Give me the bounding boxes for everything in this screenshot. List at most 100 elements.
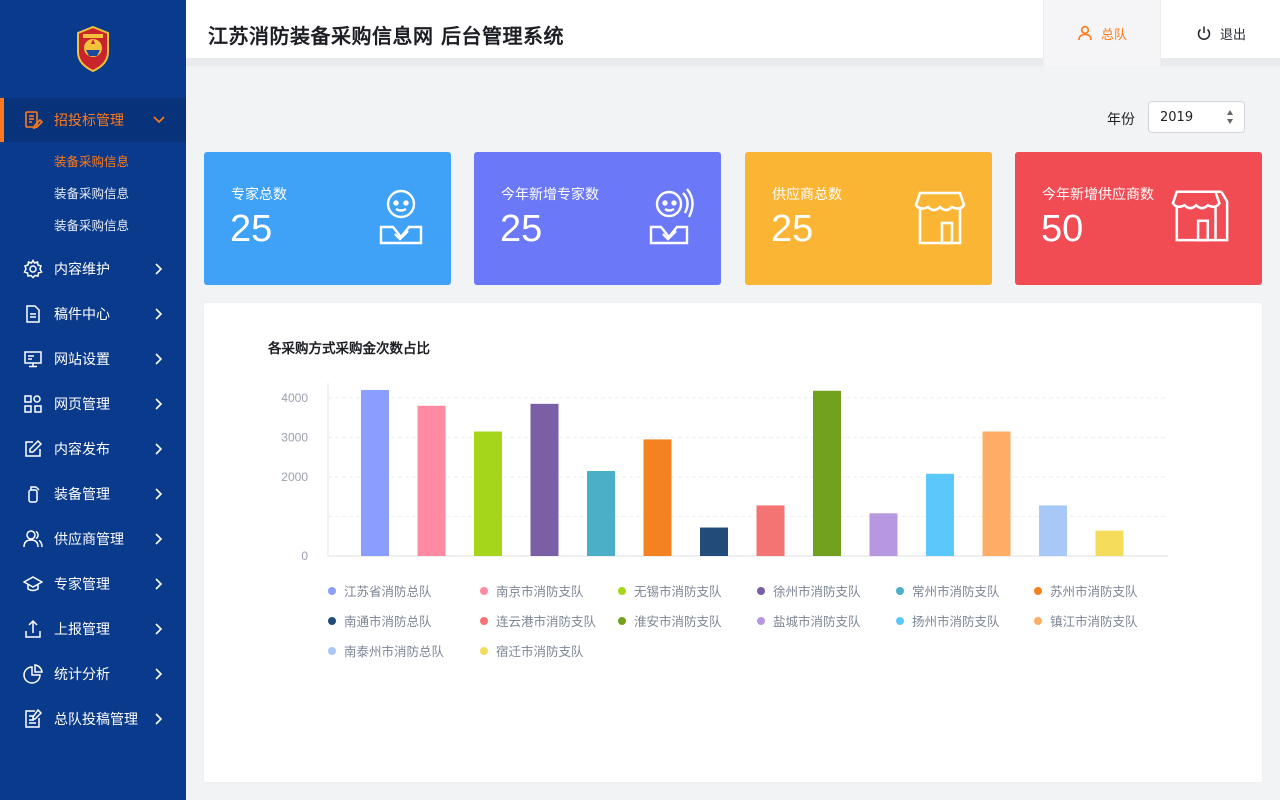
legend-swatch [896, 586, 904, 595]
submenu-item[interactable]: 装备采购信息 [0, 210, 186, 242]
sidebar-item-2[interactable]: 稿件中心 [0, 291, 186, 336]
monitor-icon [22, 348, 44, 370]
chevron-right-icon [152, 622, 166, 636]
users-icon [22, 528, 44, 550]
legend-swatch [757, 616, 765, 625]
stat-value: 25 [500, 208, 543, 250]
y-tick-label: 4000 [281, 391, 308, 405]
bar [700, 527, 728, 556]
gear-icon [22, 258, 44, 280]
stat-value: 50 [1041, 208, 1084, 250]
legend-label: 徐州市消防支队 [773, 584, 861, 599]
sidebar-item-label: 上报管理 [54, 621, 110, 638]
bar [361, 390, 389, 556]
sidebar: 招投标管理 装备采购信息 装备采购信息 装备采购信息 内容维护 稿件中心 网站设置网… [0, 0, 186, 800]
bar [643, 439, 672, 556]
legend-item[interactable]: 扬州市消防支队 [896, 611, 1000, 630]
legend-label: 南京市消防支队 [496, 584, 584, 599]
bar [813, 390, 841, 556]
legend-label: 扬州市消防支队 [912, 614, 1000, 629]
chevron-right-icon [152, 442, 166, 456]
legend-swatch [328, 586, 336, 595]
bar [869, 513, 898, 556]
legend-swatch [480, 616, 488, 625]
legend-label: 常州市消防支队 [912, 584, 1000, 599]
chevron-down-icon [152, 113, 166, 127]
sidebar-item-8[interactable]: 专家管理 [0, 561, 186, 606]
legend-item[interactable]: 南通市消防总队 [328, 611, 432, 630]
legend-item[interactable]: 盐城市消防支队 [757, 611, 861, 630]
pie-chart-icon [22, 663, 44, 685]
submenu-item[interactable]: 装备采购信息 [0, 178, 186, 210]
bar [417, 405, 446, 556]
sidebar-item-1[interactable]: 内容维护 [0, 246, 186, 291]
sidebar-nav: 内容维护 稿件中心 网站设置网页管理内容发布装备管理 供应商管理专家管理上报管理统计分… [0, 246, 186, 741]
upload-icon [22, 618, 44, 640]
extinguisher-icon [22, 483, 44, 505]
sidebar-item-label: 网页管理 [54, 396, 110, 413]
stat-card-suppliers: 供应商总数 25 [745, 152, 992, 285]
stat-card-new-experts: 今年新增专家数 25 [474, 152, 721, 285]
legend-label: 无锡市消防支队 [634, 584, 722, 599]
bar [530, 403, 559, 556]
legend-label: 江苏省消防总队 [344, 584, 432, 599]
sidebar-item-6[interactable]: 装备管理 [0, 471, 186, 516]
sidebar-item-3[interactable]: 网站设置 [0, 336, 186, 381]
legend-swatch [896, 616, 904, 625]
sidebar-item-label: 专家管理 [54, 576, 110, 593]
user-button[interactable]: 总队 [1043, 0, 1161, 66]
sidebar-item-9[interactable]: 上报管理 [0, 606, 186, 651]
user-icon [1078, 25, 1092, 41]
legend-swatch [618, 586, 626, 595]
file-icon [22, 303, 44, 325]
legend-label: 南通市消防总队 [344, 614, 432, 629]
submenu-item[interactable]: 装备采购信息 [0, 146, 186, 178]
legend-item[interactable]: 常州市消防支队 [896, 581, 1000, 600]
sidebar-item-bidding[interactable]: 招投标管理 [0, 98, 186, 142]
year-label: 年份 [1107, 112, 1135, 128]
stat-value: 25 [230, 208, 273, 250]
expert-icon [379, 189, 423, 245]
bar [982, 431, 1011, 556]
chevron-right-icon [152, 667, 166, 681]
legend-item[interactable]: 宿迁市消防支队 [480, 641, 584, 660]
y-tick-label: 3000 [281, 430, 308, 444]
legend-label: 苏州市消防支队 [1050, 584, 1138, 599]
stat-value: 25 [771, 208, 814, 250]
bar [474, 431, 502, 556]
chevron-right-icon [152, 397, 166, 411]
sidebar-item-label: 招投标管理 [54, 113, 124, 129]
legend-item[interactable]: 淮安市消防支队 [618, 611, 722, 630]
legend-item[interactable]: 南京市消防支队 [480, 581, 584, 600]
legend-item[interactable]: 苏州市消防支队 [1034, 581, 1138, 600]
legend-label: 连云港市消防支队 [496, 614, 597, 629]
page-title: 江苏消防装备采购信息网 后台管理系统 [208, 24, 564, 48]
chevron-right-icon [152, 487, 166, 501]
chevron-right-icon [152, 577, 166, 591]
sidebar-item-7[interactable]: 供应商管理 [0, 516, 186, 561]
new-expert-icon [649, 188, 694, 245]
sidebar-item-4[interactable]: 网页管理 [0, 381, 186, 426]
sidebar-item-10[interactable]: 统计分析 [0, 651, 186, 696]
legend-item[interactable]: 南泰州市消防总队 [328, 641, 444, 660]
legend-swatch [1034, 616, 1042, 625]
legend-swatch [618, 616, 626, 625]
sidebar-item-11[interactable]: 总队投稿管理 [0, 696, 186, 741]
chevron-right-icon [152, 712, 166, 726]
legend-item[interactable]: 徐州市消防支队 [757, 581, 861, 600]
user-label: 总队 [1100, 27, 1127, 43]
legend-item[interactable]: 江苏省消防总队 [328, 581, 432, 600]
y-tick-label: 0 [301, 549, 308, 563]
stat-label: 供应商总数 [772, 187, 842, 203]
year-select[interactable]: 2019 [1148, 101, 1245, 133]
chevron-right-icon [152, 307, 166, 321]
legend-item[interactable]: 镇江市消防支队 [1034, 611, 1138, 630]
logout-button[interactable]: 退出 [1162, 0, 1280, 66]
grid-icon [22, 393, 44, 415]
legend-item[interactable]: 连云港市消防支队 [480, 611, 596, 630]
graduation-cap-icon [22, 573, 44, 595]
legend-item[interactable]: 无锡市消防支队 [618, 581, 722, 600]
sidebar-item-5[interactable]: 内容发布 [0, 426, 186, 471]
legend-swatch [1034, 586, 1042, 595]
sidebar-item-label: 内容发布 [54, 441, 110, 458]
